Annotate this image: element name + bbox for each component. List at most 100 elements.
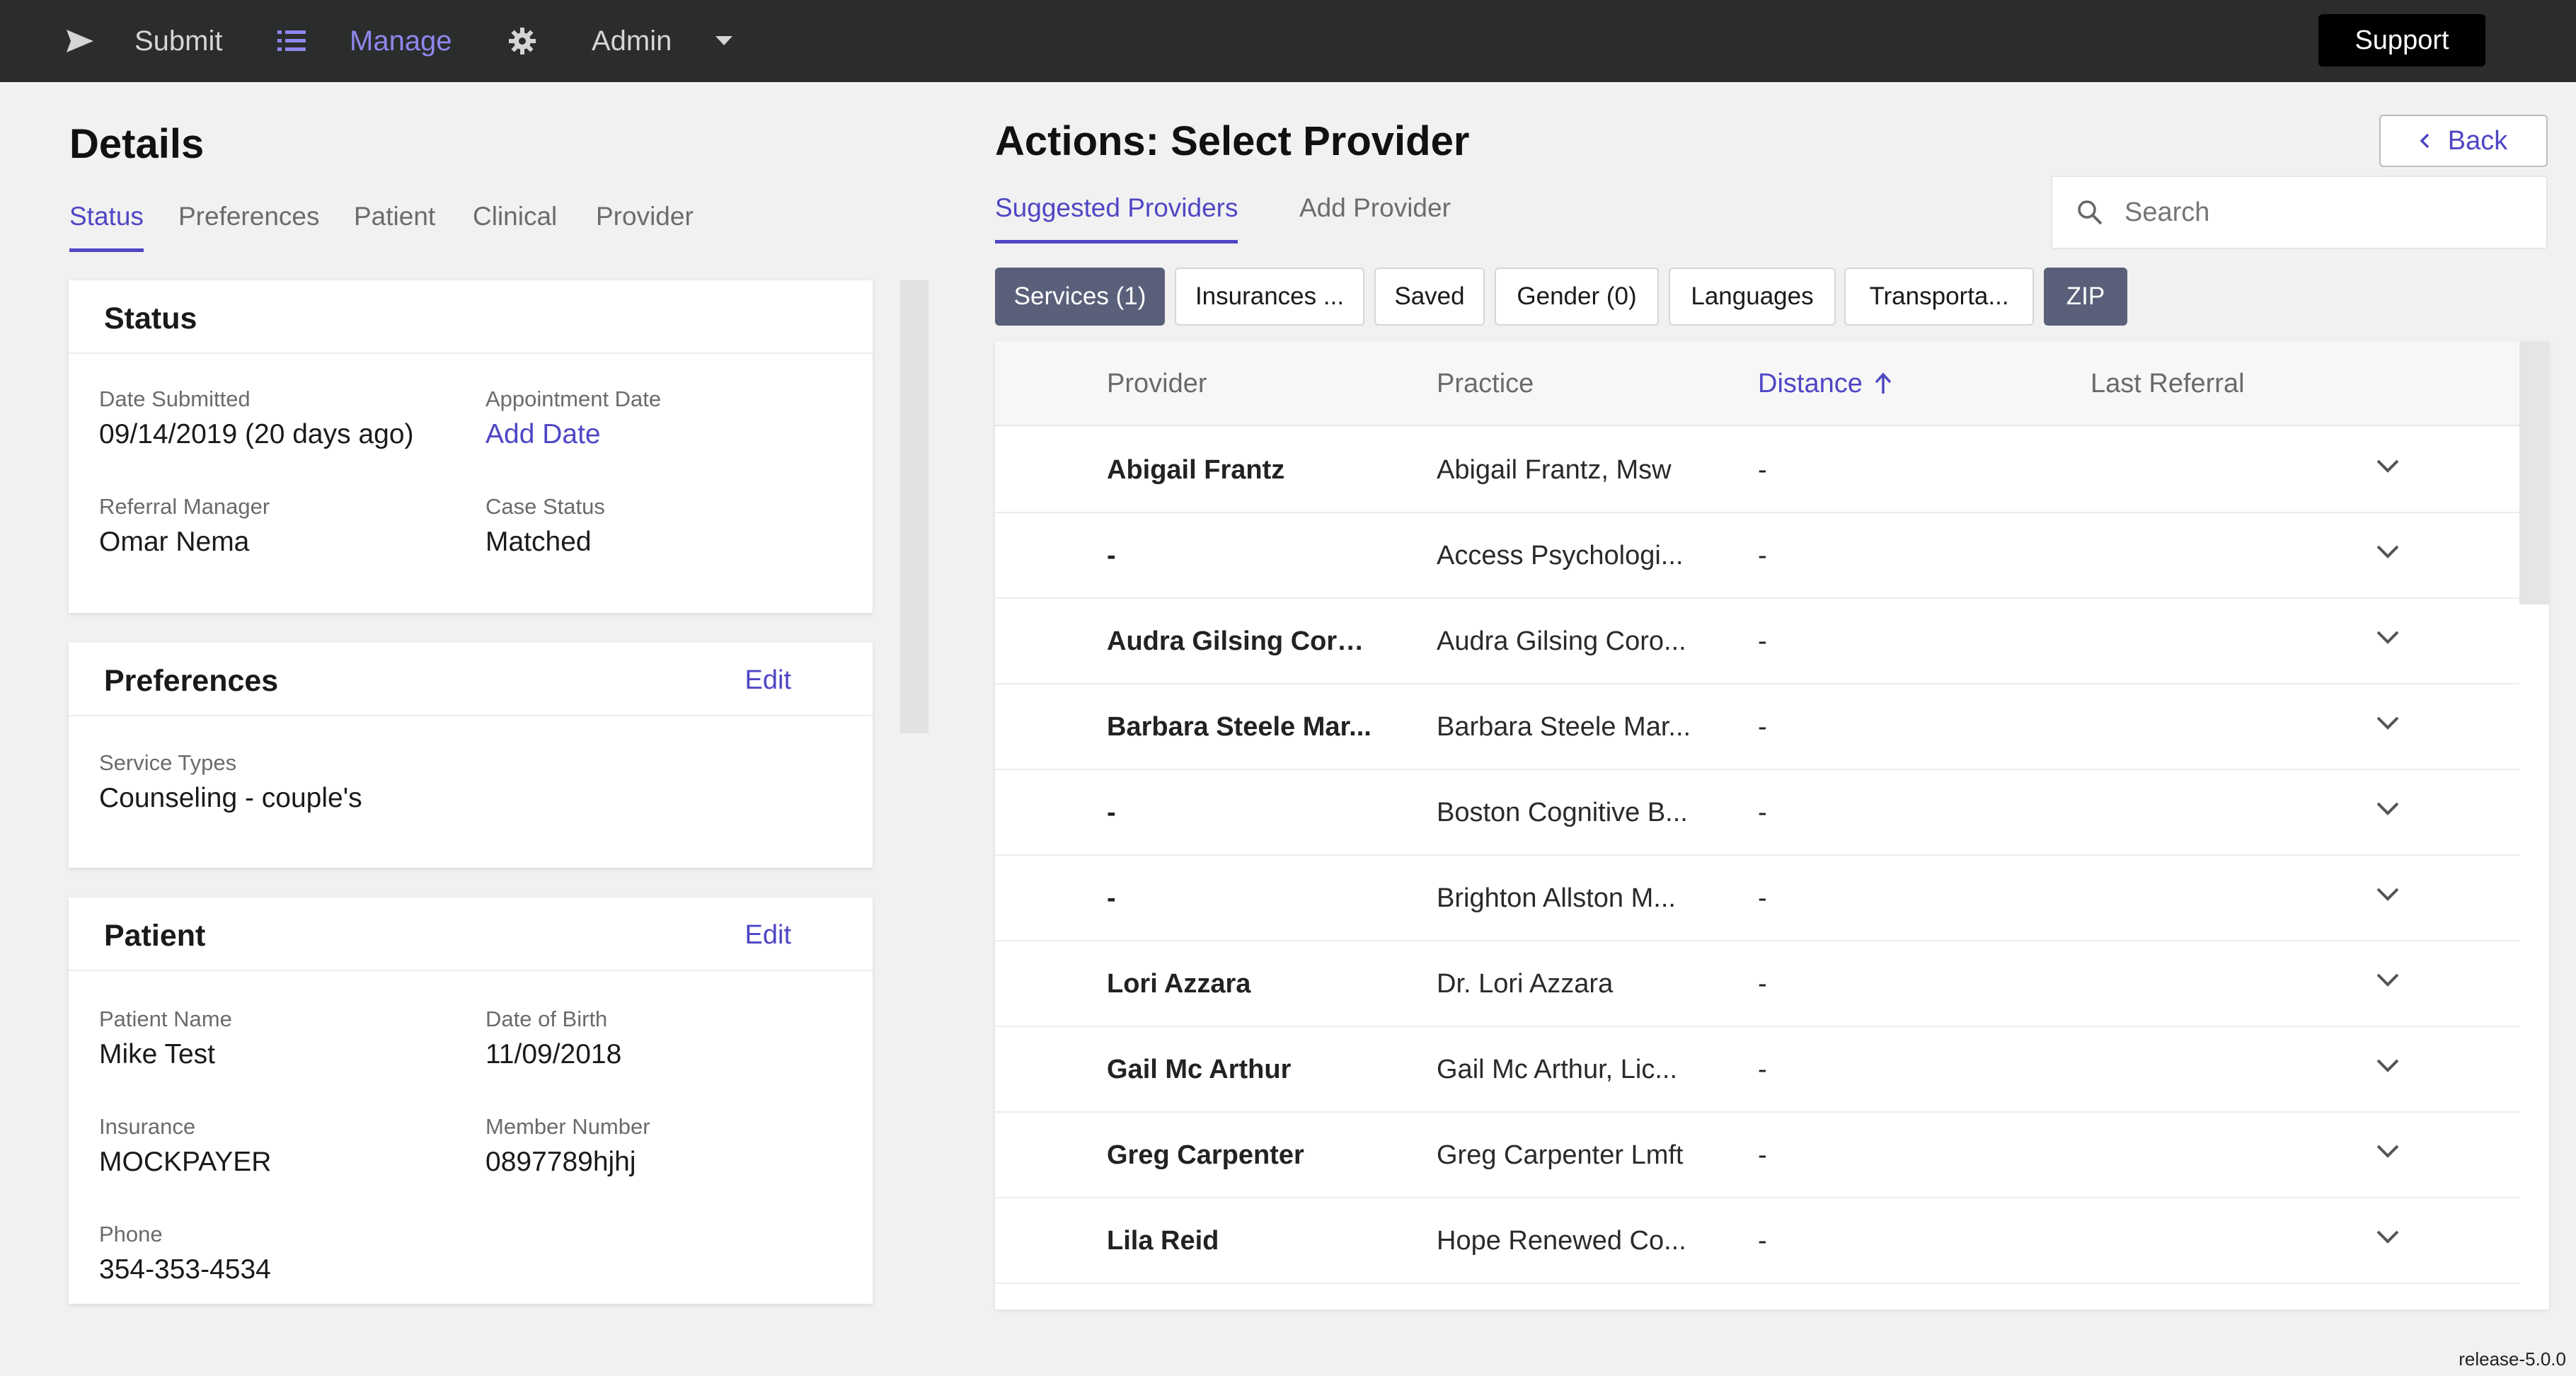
practice-cell: Barbara Steele Mar... [1437, 712, 1691, 742]
nav-manage[interactable]: Manage [277, 0, 452, 82]
distance-cell: - [1758, 883, 1767, 913]
tab-add-provider[interactable]: Add Provider [1299, 190, 1451, 243]
search-icon [2078, 200, 2103, 225]
top-navigation-bar: Submit Manage Admin Support [0, 0, 2576, 82]
status-card-title: Status [104, 302, 197, 336]
column-last-referral[interactable]: Last Referral [2091, 341, 2245, 426]
back-button-label: Back [2447, 125, 2508, 156]
tab-patient[interactable]: Patient [354, 198, 435, 252]
chevron-down-icon[interactable] [2375, 543, 2400, 560]
chevron-down-icon[interactable] [2375, 714, 2400, 731]
patient-edit-button[interactable]: Edit [745, 920, 791, 951]
date-of-birth-value: 11/09/2018 [485, 1039, 622, 1070]
column-distance-label: Distance [1758, 369, 1863, 399]
filter-languages[interactable]: Languages [1669, 268, 1836, 326]
support-button[interactable]: Support [2318, 14, 2485, 67]
filter-insurances[interactable]: Insurances ... [1175, 268, 1364, 326]
patient-card-title: Patient [104, 919, 206, 953]
distance-cell: - [1758, 712, 1767, 742]
search-box [2051, 176, 2548, 249]
date-submitted-value: 09/14/2019 (20 days ago) [99, 419, 414, 449]
tab-suggested-providers[interactable]: Suggested Providers [995, 190, 1238, 243]
case-status-value: Matched [485, 527, 592, 557]
filter-transportation[interactable]: Transporta... [1844, 268, 2034, 326]
back-button[interactable]: Back [2379, 115, 2548, 167]
appointment-date-field: Appointment Date Add Date [485, 385, 661, 453]
tab-preferences[interactable]: Preferences [178, 198, 320, 252]
status-card-header: Status [69, 280, 873, 354]
case-status-field: Case Status Matched [485, 493, 605, 561]
table-row[interactable]: - Brighton Allston M... - [995, 856, 2519, 941]
table-row[interactable]: Lori Azzara Dr. Lori Azzara - [995, 941, 2519, 1027]
send-icon [67, 30, 93, 52]
column-provider[interactable]: Provider [1107, 341, 1207, 426]
actions-title: Actions: Select Provider [995, 118, 1470, 164]
table-row[interactable]: - Access Psychologi... - [995, 513, 2519, 599]
chevron-down-icon[interactable] [2375, 800, 2400, 817]
filter-zip[interactable]: ZIP [2044, 268, 2127, 326]
patient-card: Patient Edit Patient Name Mike Test Date… [69, 898, 873, 1304]
service-types-value: Counseling - couple's [99, 783, 362, 813]
referral-manager-field: Referral Manager Omar Nema [99, 493, 270, 561]
distance-cell: - [1758, 798, 1767, 827]
chevron-down-icon[interactable] [2375, 629, 2400, 646]
preferences-card: Preferences Edit Service Types Counselin… [69, 643, 873, 868]
date-submitted-field: Date Submitted 09/14/2019 (20 days ago) [99, 385, 414, 453]
practice-cell: Dr. Lori Azzara [1437, 969, 1614, 999]
caret-down-icon[interactable] [715, 36, 733, 46]
table-row[interactable]: - Boston Cognitive B... - [995, 770, 2519, 856]
filter-saved[interactable]: Saved [1374, 268, 1485, 326]
chevron-down-icon[interactable] [2375, 971, 2400, 988]
table-row[interactable]: Audra Gilsing Coro... Audra Gilsing Coro.… [995, 599, 2519, 684]
table-scrollbar[interactable] [2519, 341, 2549, 604]
column-practice[interactable]: Practice [1437, 341, 1534, 426]
table-row[interactable]: Lila Reid Hope Renewed Co... - [995, 1198, 2519, 1284]
distance-cell: - [1758, 626, 1767, 656]
search-input[interactable] [2124, 197, 2521, 228]
date-submitted-label: Date Submitted [99, 386, 251, 411]
provider-cell: - [1107, 798, 1116, 827]
nav-manage-label: Manage [350, 25, 452, 57]
preferences-edit-button[interactable]: Edit [745, 665, 791, 696]
tab-provider[interactable]: Provider [596, 198, 694, 252]
practice-cell: Access Psychologi... [1437, 541, 1684, 571]
table-row[interactable]: Abigail Frantz Abigail Frantz, Msw - [995, 428, 2519, 513]
chevron-down-icon[interactable] [2375, 1057, 2400, 1074]
table-header: Provider Practice Distance Last Referral [995, 341, 2519, 426]
nav-admin-label: Admin [592, 25, 672, 57]
nav-submit[interactable]: Submit [65, 0, 223, 82]
distance-cell: - [1758, 541, 1767, 571]
chevron-down-icon[interactable] [2375, 885, 2400, 902]
table-row[interactable]: Greg Carpenter Greg Carpenter Lmft - [995, 1113, 2519, 1198]
column-distance[interactable]: Distance [1758, 341, 1892, 426]
patient-name-label: Patient Name [99, 1007, 232, 1031]
arrow-up-icon [1875, 372, 1892, 394]
tab-status[interactable]: Status [69, 198, 144, 252]
add-date-link[interactable]: Add Date [485, 416, 661, 453]
chevron-down-icon[interactable] [2375, 1228, 2400, 1245]
provider-cell: Lori Azzara [1107, 969, 1251, 999]
release-version: release-5.0.0 [2459, 1348, 2566, 1370]
table-row[interactable]: Gail Mc Arthur Gail Mc Arthur, Lic... - [995, 1027, 2519, 1113]
distance-cell: - [1758, 455, 1767, 485]
practice-cell: Hope Renewed Co... [1437, 1226, 1686, 1256]
filter-gender[interactable]: Gender (0) [1495, 268, 1659, 326]
table-row[interactable]: Barbara Steele Mar... Barbara Steele Mar.… [995, 684, 2519, 770]
filter-services[interactable]: Services (1) [995, 268, 1165, 326]
referral-manager-label: Referral Manager [99, 494, 270, 519]
nav-submit-label: Submit [134, 25, 223, 57]
nav-admin[interactable]: Admin [508, 0, 733, 82]
preferences-card-title: Preferences [104, 664, 279, 698]
details-scrollbar[interactable] [900, 280, 928, 733]
chevron-down-icon[interactable] [2375, 457, 2400, 474]
practice-cell: Abigail Frantz, Msw [1437, 455, 1672, 485]
tab-clinical[interactable]: Clinical [473, 198, 557, 252]
provider-cell: Abigail Frantz [1107, 455, 1285, 485]
chevron-down-icon[interactable] [2375, 1142, 2400, 1159]
provider-cell: - [1107, 883, 1116, 913]
service-types-label: Service Types [99, 750, 237, 775]
practice-cell: Gail Mc Arthur, Lic... [1437, 1055, 1677, 1084]
chevron-left-icon [2420, 133, 2429, 149]
list-icon [277, 30, 306, 51]
provider-cell: Gail Mc Arthur [1107, 1055, 1292, 1084]
